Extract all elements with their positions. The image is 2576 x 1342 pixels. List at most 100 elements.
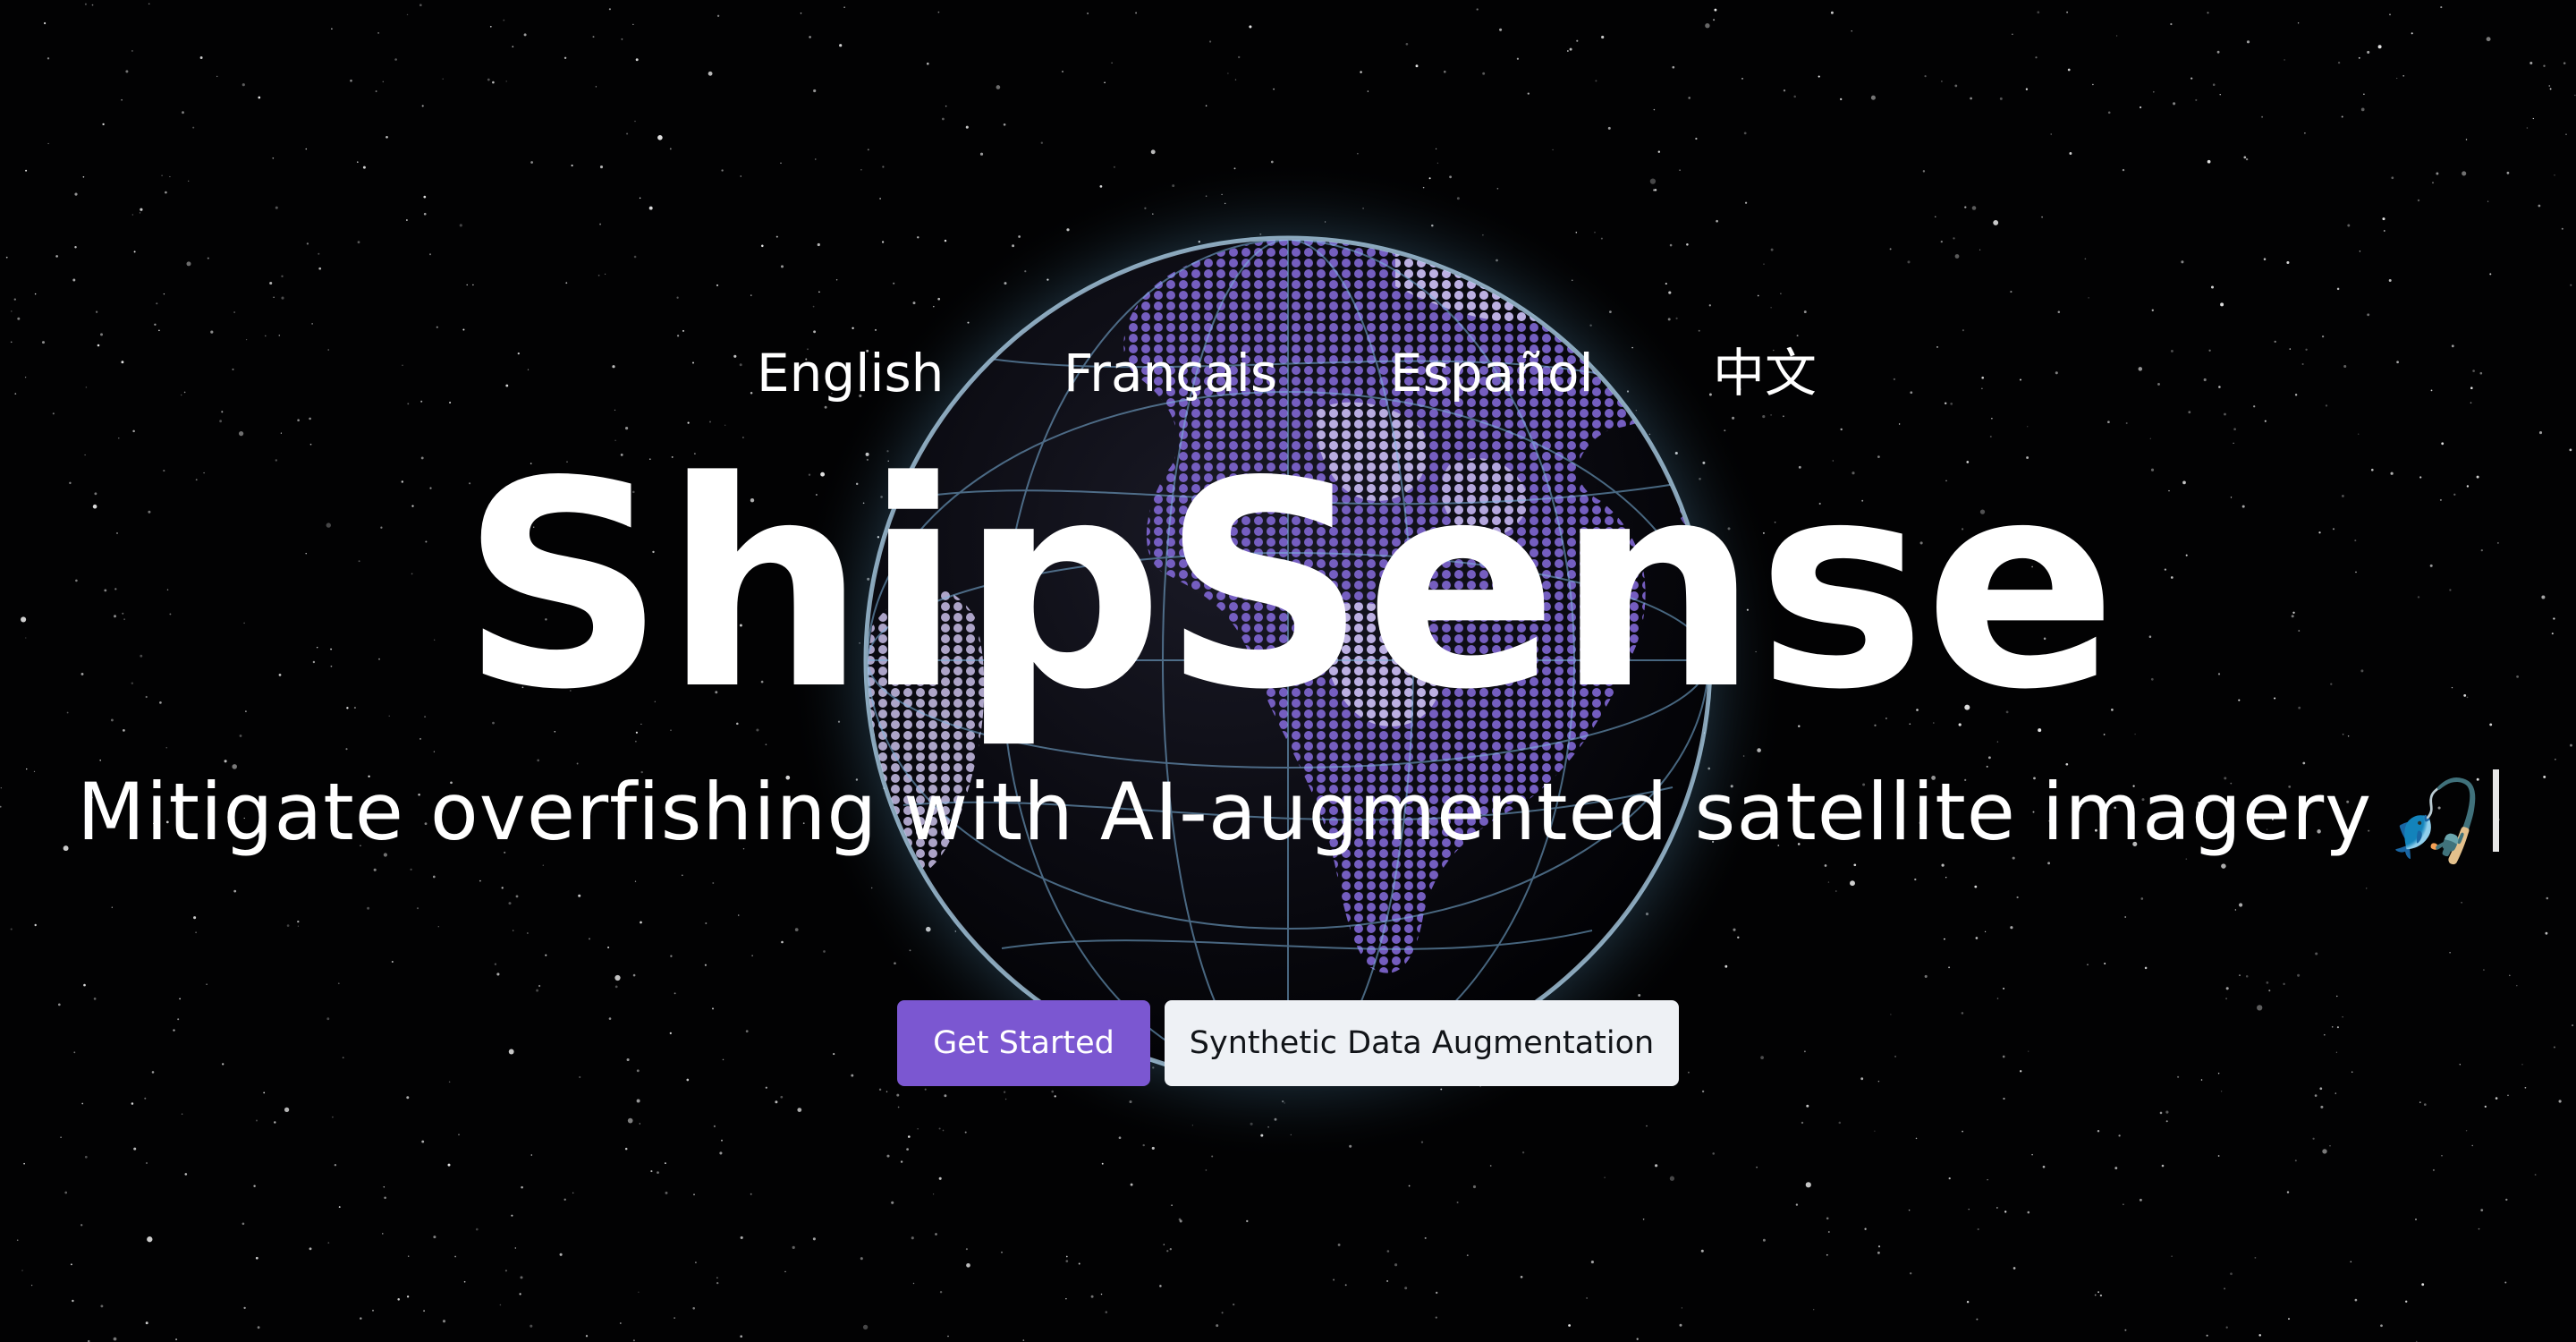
- star: [1150, 149, 1156, 155]
- star: [2268, 990, 2271, 992]
- star: [2304, 132, 2306, 134]
- star: [1770, 414, 1772, 416]
- star: [817, 242, 820, 247]
- star: [2122, 168, 2125, 172]
- star: [765, 1086, 767, 1089]
- star: [1667, 318, 1671, 321]
- language-english-link[interactable]: English: [757, 333, 944, 413]
- star: [1601, 35, 1605, 39]
- synthetic-data-augmentation-button[interactable]: Synthetic Data Augmentation: [1165, 1000, 1679, 1086]
- star: [2480, 1209, 2484, 1212]
- star: [1870, 95, 1876, 100]
- star: [165, 747, 167, 749]
- star: [113, 1337, 117, 1341]
- star: [2465, 1130, 2468, 1132]
- star: [669, 148, 672, 150]
- star: [614, 985, 618, 989]
- star: [979, 152, 984, 156]
- star: [144, 1097, 147, 1100]
- star: [192, 126, 195, 129]
- star: [1653, 189, 1656, 191]
- star: [1655, 1164, 1658, 1168]
- star: [674, 992, 676, 995]
- star: [1724, 964, 1728, 968]
- star: [2069, 152, 2072, 155]
- star: [750, 1193, 752, 1195]
- star: [165, 191, 167, 194]
- star: [670, 955, 673, 957]
- star: [1405, 42, 1409, 46]
- star: [2140, 897, 2144, 900]
- star: [2354, 1298, 2358, 1302]
- star: [812, 1237, 816, 1241]
- star: [255, 1256, 258, 1260]
- star: [1948, 1177, 1951, 1180]
- star: [2123, 1203, 2124, 1206]
- star: [682, 329, 685, 332]
- star: [650, 1170, 653, 1173]
- star: [2124, 916, 2127, 918]
- star: [2489, 273, 2492, 276]
- star: [604, 273, 606, 276]
- star: [13, 298, 16, 301]
- star: [937, 297, 941, 301]
- language-chinese-link[interactable]: 中文: [1713, 333, 1817, 413]
- star: [2504, 1281, 2507, 1284]
- star: [935, 1233, 937, 1236]
- star: [1830, 11, 1834, 14]
- star: [10, 928, 13, 930]
- star: [257, 1326, 260, 1329]
- star: [2210, 285, 2215, 289]
- star: [1415, 64, 1419, 68]
- star: [386, 135, 388, 139]
- star: [350, 79, 352, 82]
- star: [906, 1148, 909, 1151]
- star: [2088, 297, 2089, 299]
- star: [1977, 1227, 1979, 1231]
- star: [2092, 83, 2094, 86]
- star: [2532, 117, 2534, 120]
- star: [2104, 963, 2106, 964]
- star: [2358, 56, 2360, 59]
- star: [891, 1201, 894, 1204]
- star: [740, 1236, 743, 1239]
- star: [47, 57, 50, 60]
- star: [91, 4, 94, 6]
- star: [2118, 1134, 2121, 1137]
- star: [780, 162, 782, 165]
- star: [835, 279, 838, 281]
- star: [2383, 230, 2385, 232]
- star: [1211, 1155, 1214, 1158]
- star: [530, 1324, 533, 1328]
- star: [1850, 880, 1855, 887]
- star: [843, 6, 845, 8]
- star: [2084, 258, 2087, 260]
- star: [2258, 1334, 2261, 1337]
- star: [1404, 1287, 1408, 1290]
- star: [1595, 80, 1597, 82]
- star: [1227, 72, 1229, 74]
- star: [538, 984, 541, 988]
- star: [233, 311, 235, 313]
- star: [2027, 1210, 2030, 1214]
- star: [2546, 896, 2549, 900]
- star: [193, 916, 197, 920]
- star: [275, 206, 278, 209]
- star: [1924, 974, 1928, 978]
- star: [2144, 966, 2148, 970]
- star: [665, 1191, 668, 1194]
- star: [2283, 982, 2285, 986]
- star: [1594, 231, 1596, 234]
- star: [2216, 50, 2220, 54]
- star: [177, 1018, 180, 1021]
- get-started-button[interactable]: Get Started: [897, 1000, 1150, 1086]
- star: [2363, 93, 2365, 95]
- star: [908, 1135, 911, 1138]
- language-spanish-link[interactable]: Español: [1390, 333, 1594, 413]
- star: [2486, 37, 2491, 42]
- star: [306, 242, 309, 245]
- language-french-link[interactable]: Français: [1063, 333, 1277, 413]
- star: [1496, 187, 1499, 190]
- star: [693, 1193, 695, 1195]
- star: [2509, 974, 2511, 977]
